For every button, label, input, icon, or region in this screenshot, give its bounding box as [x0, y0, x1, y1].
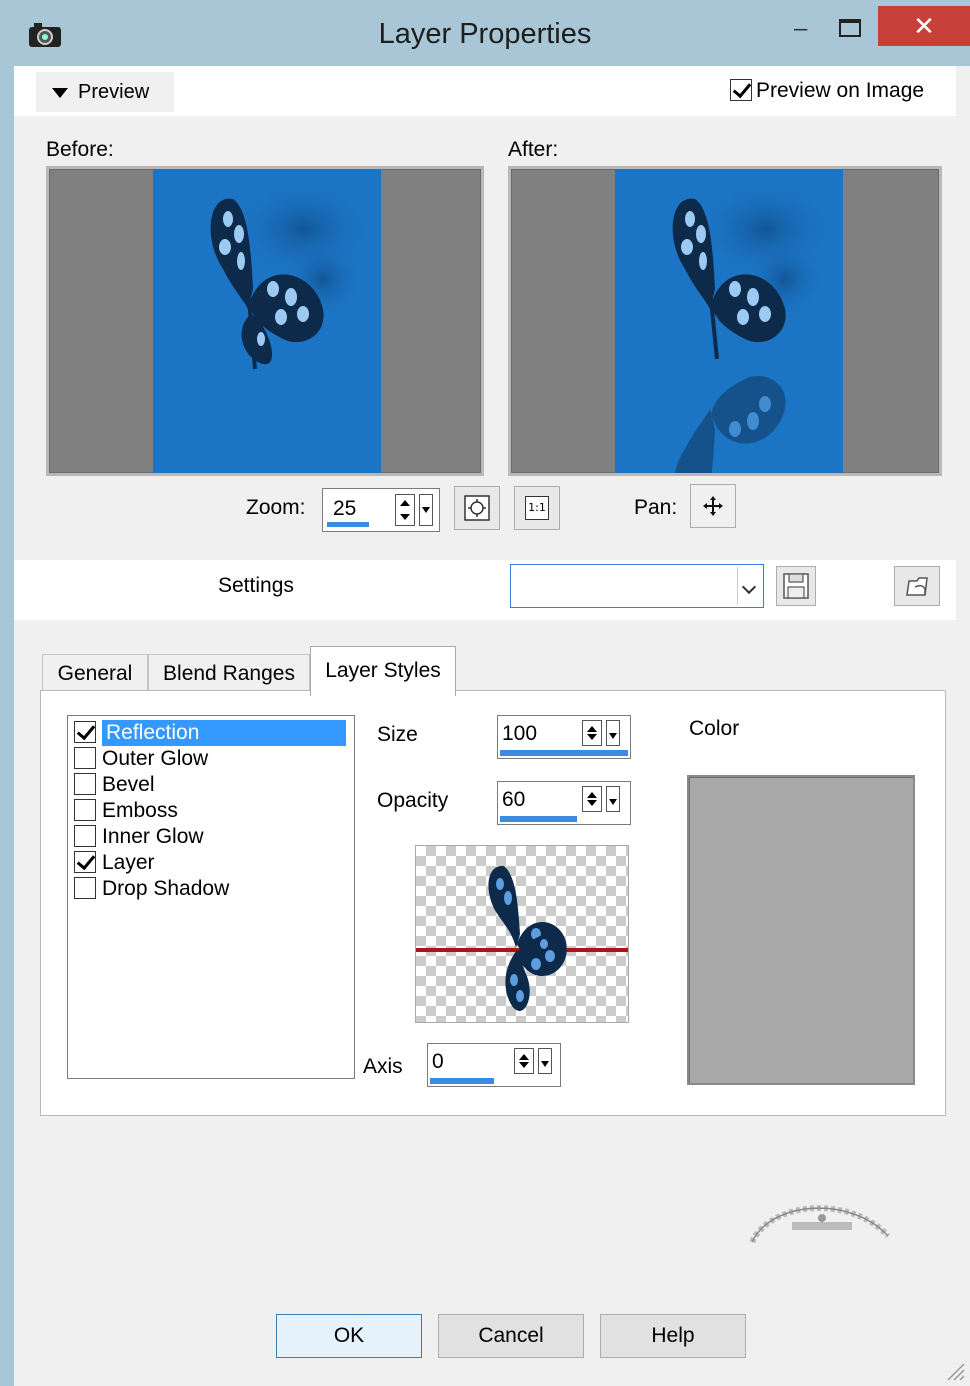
after-image [615, 169, 843, 473]
preview-toggle-label: Preview [78, 81, 150, 103]
tab-general[interactable]: General [42, 654, 148, 694]
opacity-value-bar [500, 816, 577, 822]
list-item-reflection[interactable]: Reflection [74, 720, 346, 746]
opacity-field[interactable]: 60 [497, 781, 631, 825]
settings-select[interactable] [510, 564, 764, 608]
settings-label: Settings [218, 574, 294, 597]
layer-style-list[interactable]: Reflection Outer Glow Bevel Emboss Inner… [67, 715, 355, 1079]
checkbox-icon[interactable] [74, 825, 96, 847]
list-item-label: Reflection [102, 720, 346, 746]
list-item-emboss[interactable]: Emboss [74, 798, 178, 824]
axis-value-bar [430, 1078, 494, 1084]
minimize-button[interactable]: – [794, 17, 812, 41]
color-label: Color [689, 717, 740, 740]
list-item-label: Bevel [102, 773, 155, 796]
layer-styles-panel: Reflection Outer Glow Bevel Emboss Inner… [40, 690, 946, 1116]
title-bar: Layer Properties – ✕ [0, 0, 970, 66]
checkbox-icon [730, 79, 752, 101]
before-label: Before: [46, 138, 114, 161]
pan-button[interactable] [690, 484, 736, 528]
reflection-color-swatch[interactable] [687, 775, 915, 1085]
checkbox-icon[interactable] [74, 851, 96, 873]
size-field[interactable]: 100 [497, 715, 631, 759]
actual-size-button[interactable]: 1:1 [514, 486, 560, 530]
maximize-button[interactable] [836, 14, 866, 44]
actual-size-icon: 1:1 [525, 496, 549, 520]
tab-blend-ranges[interactable]: Blend Ranges [148, 654, 310, 694]
checkbox-icon[interactable] [74, 773, 96, 795]
axis-value: 0 [432, 1050, 444, 1073]
list-item-label: Drop Shadow [102, 877, 230, 900]
preview-header: Preview Preview on Image [14, 66, 956, 116]
ok-button[interactable]: OK [276, 1314, 422, 1358]
opacity-label: Opacity [377, 789, 449, 812]
axis-field[interactable]: 0 [427, 1043, 561, 1087]
triangle-down-icon [52, 88, 68, 98]
dialog-client-area: Preview Preview on Image Before: After: [14, 66, 970, 1386]
opacity-value: 60 [502, 788, 526, 811]
resource-manager-button[interactable] [894, 566, 940, 606]
before-preview[interactable] [46, 166, 484, 476]
reflection-preview-thumbnail[interactable] [415, 845, 629, 1023]
preview-on-image-checkbox[interactable]: Preview on Image [730, 78, 924, 104]
zoom-value: 25 [333, 497, 357, 520]
list-item-bevel[interactable]: Bevel [74, 772, 155, 798]
creative-designs-watermark-logo [749, 1205, 891, 1244]
checkbox-icon[interactable] [74, 721, 96, 743]
zoom-spin-icon[interactable] [395, 494, 415, 526]
size-value-bar [500, 750, 628, 756]
butterfly-axis-thumbnail [416, 865, 628, 1011]
opacity-spin-icon[interactable] [582, 786, 602, 812]
list-item-label: Outer Glow [102, 747, 209, 770]
close-button[interactable]: ✕ [878, 6, 970, 46]
axis-spin-icon[interactable] [514, 1048, 534, 1074]
folder-hand-icon [906, 577, 928, 596]
floppy-disk-icon [783, 573, 809, 599]
list-item-label: Inner Glow [102, 825, 204, 848]
help-button[interactable]: Help [600, 1314, 746, 1358]
size-label: Size [377, 723, 418, 746]
list-item-layer[interactable]: Layer [74, 850, 155, 876]
checkbox-icon[interactable] [74, 747, 96, 769]
zoom-to-fit-button[interactable] [454, 486, 500, 530]
size-spin-icon[interactable] [582, 720, 602, 746]
cancel-button[interactable]: Cancel [438, 1314, 584, 1358]
list-item-outer-glow[interactable]: Outer Glow [74, 746, 208, 772]
checkbox-icon[interactable] [74, 799, 96, 821]
window-title: Layer Properties [378, 18, 592, 50]
preview-on-image-label: Preview on Image [756, 79, 925, 102]
zoom-dropdown-icon[interactable] [419, 494, 433, 526]
save-preset-button[interactable] [776, 566, 816, 606]
butterfly-image [210, 179, 373, 370]
after-preview[interactable] [508, 166, 942, 476]
butterfly-reflection-image [672, 179, 835, 473]
settings-bar: Settings [14, 560, 956, 620]
after-label: After: [508, 138, 559, 161]
layer-properties-window: Layer Properties – ✕ Preview Preview on … [0, 0, 970, 1386]
fit-view-icon [464, 495, 490, 521]
pan-label: Pan: [634, 496, 678, 519]
zoom-label: Zoom: [246, 496, 306, 519]
move-arrows-icon [703, 496, 723, 516]
before-image [153, 169, 381, 473]
zoom-value-bar [327, 522, 369, 527]
list-item-drop-shadow[interactable]: Drop Shadow [74, 876, 229, 902]
tab-layer-styles[interactable]: Layer Styles [310, 646, 456, 696]
list-item-label: Layer [102, 851, 155, 874]
axis-dropdown-icon[interactable] [538, 1048, 552, 1074]
chevron-down-icon[interactable] [737, 567, 761, 605]
checkbox-icon[interactable] [74, 877, 96, 899]
list-item-inner-glow[interactable]: Inner Glow [74, 824, 204, 850]
zoom-input[interactable]: 25 [322, 488, 440, 532]
resize-grip-icon[interactable] [942, 1358, 966, 1382]
preview-toggle-button[interactable]: Preview [36, 72, 174, 112]
size-dropdown-icon[interactable] [606, 720, 620, 746]
axis-label: Axis [363, 1055, 403, 1078]
opacity-dropdown-icon[interactable] [606, 786, 620, 812]
size-value: 100 [502, 722, 538, 745]
list-item-label: Emboss [102, 799, 178, 822]
